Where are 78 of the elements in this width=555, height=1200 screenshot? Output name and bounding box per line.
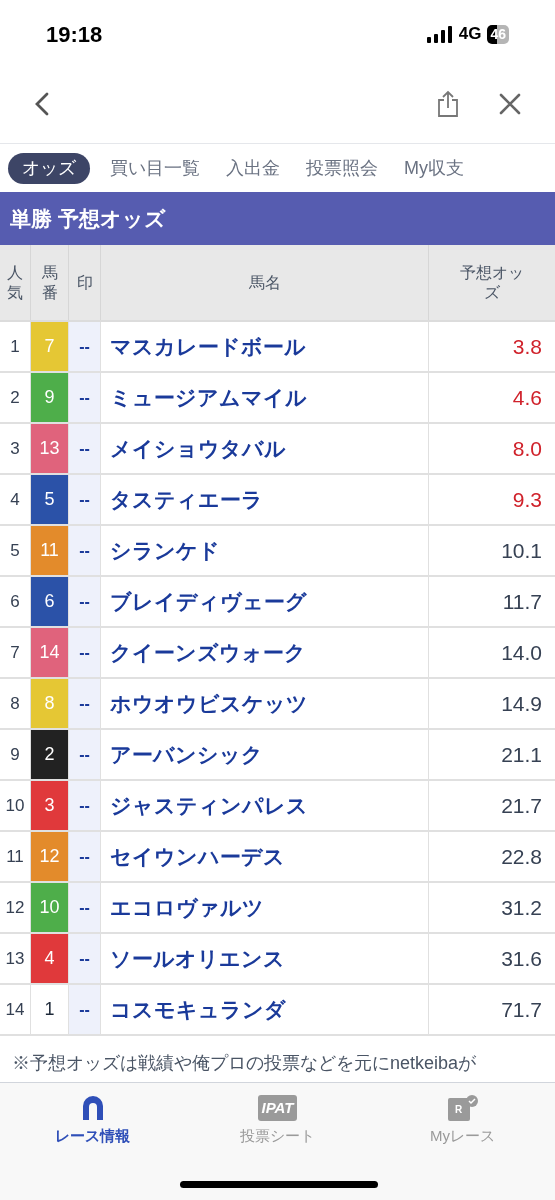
horse-name-link[interactable]: クイーンズウォーク <box>101 628 429 677</box>
horseshoe-icon <box>81 1095 104 1121</box>
horse-name-link[interactable]: マスカレードボール <box>101 322 429 371</box>
table-cell: -- <box>69 373 101 422</box>
odds-cell-text: 10.1 <box>500 537 543 564</box>
network-label: 4G <box>458 23 482 46</box>
odds-cell-text: 4.6 <box>511 384 543 411</box>
horse-number-cell: 8 <box>31 679 69 728</box>
horse-name-link[interactable]: ミュージアムマイル <box>101 373 429 422</box>
ipat-badge: IPAT <box>257 1095 298 1121</box>
horse-name-link[interactable]: タスティエーラ <box>101 475 429 524</box>
odds-cell-text: 14.0 <box>500 639 543 666</box>
horse-name-link[interactable]: ジャスティンパレス <box>101 781 429 830</box>
clock: 19:18 <box>46 20 103 49</box>
tab[interactable]: オッズ <box>8 152 90 184</box>
table-cell: -- <box>69 883 101 932</box>
horse-number-cell: 9 <box>31 373 69 422</box>
table-cell: -- <box>69 781 101 830</box>
close-icon[interactable] <box>499 92 521 115</box>
odds-cell-text: 21.1 <box>500 741 543 768</box>
odds-cell-text: 14.9 <box>500 690 543 717</box>
horse-number-cell: 7 <box>31 322 69 371</box>
horse-number-cell: 10 <box>31 883 69 932</box>
odds-cell-text: 3.8 <box>511 333 543 360</box>
table-cell: -- <box>69 985 101 1034</box>
column-header: 馬名 <box>101 245 429 320</box>
footnote: ※予想オッズは戦績や俺プロの投票などを元にnetkeibaが <box>11 1052 478 1075</box>
signal-icon <box>426 25 453 43</box>
tab[interactable]: 投票照会 <box>300 152 384 184</box>
horse-name-link[interactable]: メイショウタバル <box>101 424 429 473</box>
table-cell: -- <box>69 832 101 881</box>
odds-cell-text: 22.8 <box>500 843 543 870</box>
horse-name-link[interactable]: シランケド <box>101 526 429 575</box>
odds-cell-text: 8.0 <box>511 435 543 462</box>
horse-name-link[interactable]: ブレイディヴェーグ <box>101 577 429 626</box>
horse-name-link[interactable]: ホウオウビスケッツ <box>101 679 429 728</box>
table-cell: -- <box>69 526 101 575</box>
odds-cell-text: 9.3 <box>511 486 543 513</box>
odds-cell-text: 31.2 <box>500 894 543 921</box>
horse-number-cell: 6 <box>31 577 69 626</box>
table-cell: -- <box>69 475 101 524</box>
tab-bar-item[interactable]: レース情報 <box>0 1095 185 1148</box>
odds-cell-text: 21.7 <box>500 792 543 819</box>
table-cell: -- <box>69 679 101 728</box>
horse-number-cell: 12 <box>31 832 69 881</box>
tab[interactable]: My収支 <box>398 152 470 184</box>
column-header: 馬番 <box>31 245 69 320</box>
table-cell: -- <box>69 577 101 626</box>
horse-name-link[interactable]: エコロヴァルツ <box>101 883 429 932</box>
table-cell: -- <box>69 424 101 473</box>
horse-number-cell: 5 <box>31 475 69 524</box>
race-card-icon: R <box>447 1098 470 1121</box>
section-title: 単勝 予想オッズ <box>0 192 555 245</box>
horse-number-cell: 2 <box>31 730 69 779</box>
odds-cell-text: 11.7 <box>501 588 543 615</box>
horse-name-link[interactable]: ソールオリエンス <box>101 934 429 983</box>
horse-name-link[interactable]: コスモキュランダ <box>101 985 429 1034</box>
horse-number-cell: 14 <box>31 628 69 677</box>
column-header: 印 <box>69 245 101 320</box>
check-icon <box>465 1095 478 1107</box>
tab[interactable]: 入出金 <box>220 152 286 184</box>
horse-number-cell: 13 <box>31 424 69 473</box>
horse-name-link[interactable]: アーバンシック <box>101 730 429 779</box>
column-header: 人気 <box>0 245 31 320</box>
table-cell: -- <box>69 322 101 371</box>
table-cell: -- <box>69 730 101 779</box>
back-icon[interactable] <box>34 91 50 116</box>
tab[interactable]: 買い目一覧 <box>104 152 206 184</box>
horse-number-cell: 4 <box>31 934 69 983</box>
horse-number-cell: 11 <box>31 526 69 575</box>
odds-cell-text: 71.7 <box>500 996 543 1023</box>
column-header: 予想オッズ <box>459 262 525 303</box>
table-cell: -- <box>69 628 101 677</box>
odds-cell-text: 31.6 <box>500 945 543 972</box>
horse-number-cell: 3 <box>31 781 69 830</box>
horse-name-link[interactable]: セイウンハーデス <box>101 832 429 881</box>
table-cell: -- <box>69 934 101 983</box>
share-icon[interactable] <box>437 89 459 118</box>
